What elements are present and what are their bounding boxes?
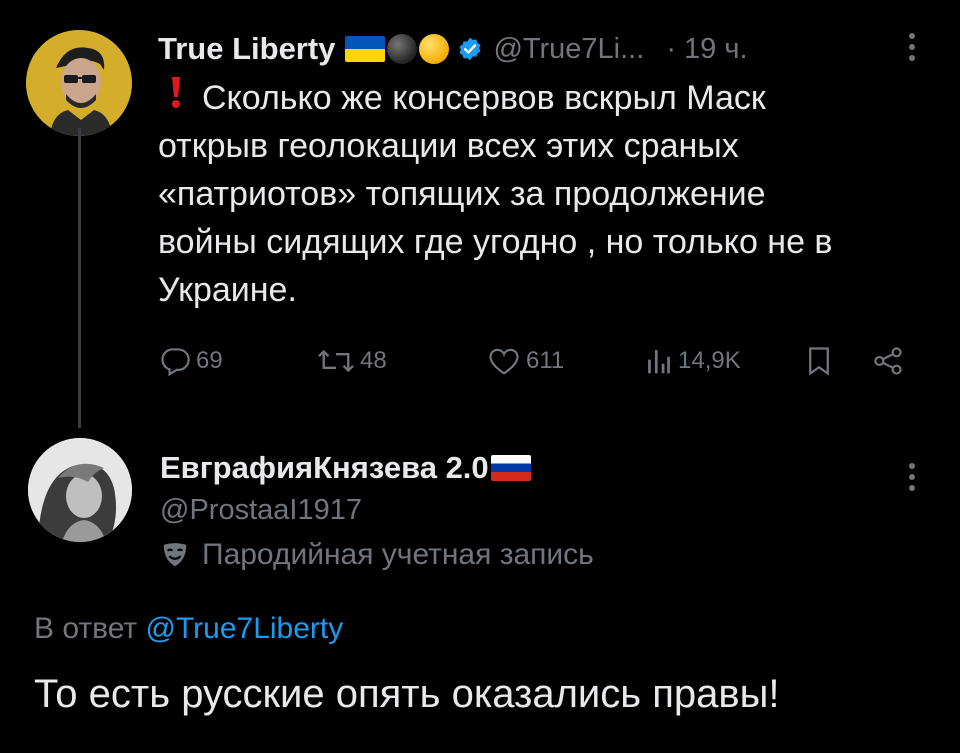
reply-icon (161, 348, 190, 376)
reply-header: ЕвграфияКнязева 2.0 (160, 448, 531, 488)
yellow-circle-icon (419, 34, 450, 64)
more-options-icon[interactable] (902, 32, 922, 62)
author-name[interactable]: True Liberty (158, 31, 335, 67)
tweet-line: Сколько же консервов вскрыл Маск (158, 74, 938, 122)
like-button[interactable]: 611 (486, 345, 564, 377)
heart-icon (489, 348, 519, 375)
tweet-text-line: Украине. (158, 271, 297, 309)
tweet-text-line: войны сидящих где угодно , но только не … (158, 223, 833, 261)
in-reply-mention-link[interactable]: @True7Liberty (145, 612, 343, 645)
reply-author-name[interactable]: ЕвграфияКнязева 2.0 (160, 450, 489, 486)
author-avatar[interactable] (26, 30, 132, 136)
in-reply-to: В ответ @True7Liberty (34, 612, 343, 646)
views-button[interactable]: 14,9K (644, 345, 741, 377)
reply-author-avatar[interactable] (28, 438, 132, 542)
black-circle-icon (387, 34, 418, 64)
avatar-illustration (26, 30, 132, 136)
repost-button[interactable]: 48 (316, 345, 387, 377)
repost-icon (318, 349, 354, 373)
verified-badge-icon (457, 36, 483, 62)
tweet-text-line: «патриотов» топящих за продолжение (158, 175, 766, 213)
in-reply-prefix: В ответ (34, 612, 138, 645)
red-exclamation-icon (158, 74, 194, 122)
repost-count: 48 (360, 347, 387, 374)
views-count: 14,9K (678, 347, 741, 374)
russia-flag-icon (490, 455, 531, 481)
tweet-body: Сколько же консервов вскрыл Маск открыв … (158, 74, 938, 314)
reply-more-options-icon[interactable] (902, 462, 922, 499)
ukraine-flag-icon (345, 36, 386, 62)
tweet-text-line: Сколько же консервов вскрыл Маск (202, 79, 766, 117)
tweet-text-line: открыв геолокации всех этих сраных (158, 127, 739, 165)
like-count: 611 (526, 347, 565, 374)
reply-author-handle[interactable]: @ProstaaI1917 (160, 494, 362, 527)
tweet-header: True Liberty @True7Li... · 19 ч. (158, 28, 938, 70)
reply-avatar-photo (28, 438, 132, 542)
thread-line (78, 128, 81, 428)
parody-mask-icon (163, 543, 187, 567)
share-icon[interactable] (872, 346, 904, 381)
bookmark-icon[interactable] (806, 346, 832, 381)
author-handle[interactable]: @True7Li... (493, 33, 644, 66)
reply-text: То есть русские опять оказались правы! (34, 672, 780, 716)
parody-label: Пародийная учетная запись (160, 538, 594, 572)
reply-button[interactable]: 69 (158, 345, 223, 377)
parody-label-text: Пародийная учетная запись (202, 538, 594, 571)
reply-count: 69 (196, 347, 223, 374)
tweet-time[interactable]: · 19 ч. (666, 33, 747, 66)
views-icon (648, 350, 670, 374)
